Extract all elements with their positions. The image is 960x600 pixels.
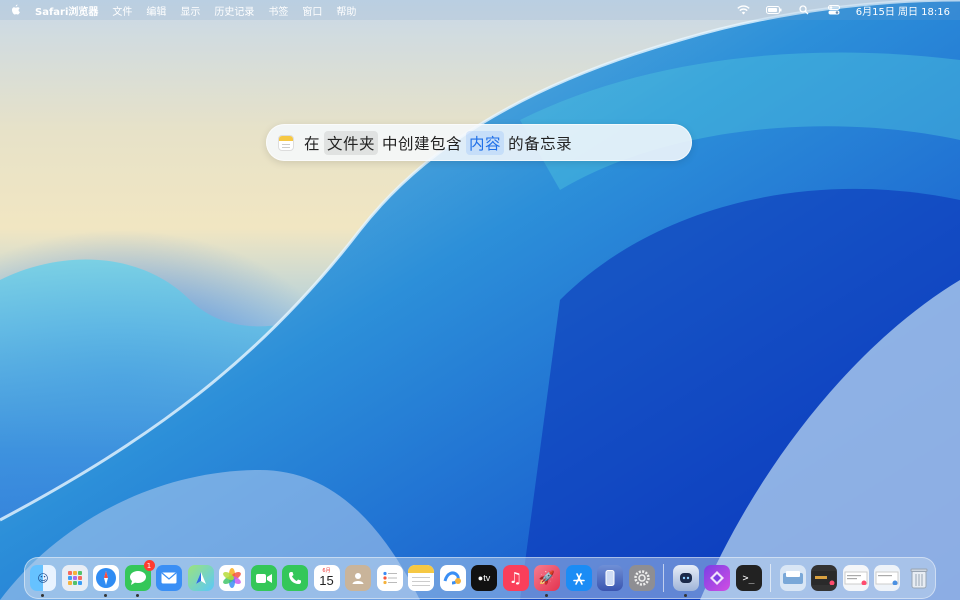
dock-separator: [663, 564, 664, 592]
dock-stack-downloads[interactable]: [779, 565, 806, 591]
dock-recent-screenshot-2[interactable]: [842, 565, 869, 591]
iphone-icon: [605, 570, 615, 586]
facetime-icon: [255, 573, 272, 583]
dock-reminders[interactable]: [376, 565, 403, 591]
query-token-content[interactable]: 内容: [466, 130, 505, 155]
spotlight-search-bar[interactable]: 在 文件夹 中创建包含 内容 的备忘录: [266, 124, 692, 161]
dock-safari[interactable]: [93, 565, 119, 597]
menu-app-name[interactable]: Safari浏览器: [35, 3, 98, 18]
dock-finder[interactable]: ☺: [30, 565, 56, 597]
dock-iphone-mirroring[interactable]: [597, 565, 623, 591]
dock-shortcuts[interactable]: [704, 565, 730, 591]
query-text-part: 的备忘录: [508, 134, 573, 153]
menu-edit[interactable]: 编辑: [146, 3, 166, 18]
dock-terminal[interactable]: >_: [735, 565, 762, 591]
running-indicator: [135, 594, 139, 597]
messages-icon: [129, 571, 146, 585]
apple-menu-icon[interactable]: [10, 4, 21, 16]
dock-contacts[interactable]: [345, 565, 371, 591]
finder-icon: ☺: [37, 571, 49, 585]
phone-icon: [289, 572, 301, 584]
notes-app-icon: [408, 565, 434, 586]
dock-recent-screenshot-1[interactable]: [811, 565, 837, 591]
rocket-icon: 🚀: [538, 570, 556, 586]
maps-icon: [195, 572, 206, 584]
desktop-wallpaper: [0, 0, 960, 600]
wifi-icon[interactable]: [736, 4, 752, 16]
music-icon: ♫: [508, 569, 523, 587]
dock-ai-app[interactable]: [672, 565, 699, 597]
launchpad-icon: [67, 571, 82, 585]
dock: ☺ 1 6月 15 ●tv ♫ 🚀 >_: [24, 557, 936, 599]
battery-icon[interactable]: [765, 4, 782, 16]
gear-icon: [633, 570, 650, 586]
document-thumbnail-icon: [844, 571, 867, 585]
dock-system-settings[interactable]: [628, 565, 655, 591]
control-center-icon[interactable]: [826, 4, 842, 16]
mail-icon: [161, 572, 177, 584]
menu-window[interactable]: 窗口: [302, 3, 322, 18]
apple-tv-icon: ●tv: [477, 573, 491, 583]
document-thumbnail-icon: [875, 571, 899, 585]
menu-datetime[interactable]: 6月15日 周日 18:16: [856, 3, 950, 18]
dock-app-store[interactable]: [565, 565, 592, 591]
terminal-icon: >_: [742, 572, 755, 584]
dock-notes[interactable]: [408, 565, 434, 591]
search-icon[interactable]: [796, 4, 812, 16]
dock-music[interactable]: ♫: [502, 565, 529, 591]
dock-calendar[interactable]: 6月 15: [313, 565, 340, 591]
query-text-part: 中创建包含: [382, 134, 463, 153]
shortcuts-icon: [710, 571, 724, 585]
dock-recent-screenshot-3[interactable]: [874, 565, 900, 591]
contacts-icon: [352, 573, 364, 584]
menu-help[interactable]: 帮助: [336, 3, 356, 18]
dock-messages[interactable]: 1: [124, 560, 155, 597]
dock-photos[interactable]: [219, 565, 245, 591]
reminders-icon: [382, 571, 397, 585]
spotlight-query[interactable]: 在 文件夹 中创建包含 内容 的备忘录: [304, 130, 573, 155]
dock-trash[interactable]: [906, 565, 932, 591]
menu-bar-right: 6月15日 周日 18:16: [736, 3, 950, 18]
menu-view[interactable]: 显示: [180, 3, 200, 18]
query-token-folder[interactable]: 文件夹: [324, 130, 379, 155]
menu-history[interactable]: 历史记录: [214, 3, 254, 18]
app-store-icon: [572, 573, 585, 585]
menu-file[interactable]: 文件: [112, 3, 132, 18]
notes-icon: [278, 134, 294, 151]
dock-phone[interactable]: [282, 565, 308, 591]
dock-apple-tv[interactable]: ●tv: [471, 565, 497, 591]
ai-app-icon: [679, 573, 692, 583]
calendar-day-label: 15: [319, 573, 334, 588]
dock-separator: [770, 564, 771, 592]
dock-maps[interactable]: [187, 565, 214, 591]
query-text-part: 在: [304, 134, 321, 153]
trash-icon: [910, 568, 927, 589]
freeform-icon: [443, 571, 461, 585]
dock-mail[interactable]: [156, 565, 182, 591]
running-indicator: [41, 594, 44, 597]
safari-icon: [96, 568, 116, 588]
dock-launchpad-rocket[interactable]: 🚀: [534, 565, 560, 597]
running-indicator: [545, 594, 548, 597]
dock-facetime[interactable]: [250, 565, 277, 591]
menu-bookmarks[interactable]: 书签: [268, 3, 288, 18]
messages-badge: 1: [143, 560, 155, 571]
running-indicator: [683, 594, 687, 597]
dock-freeform[interactable]: [439, 565, 466, 591]
running-indicator: [104, 594, 107, 597]
dock-launchpad[interactable]: [61, 565, 88, 591]
photos-icon: [223, 568, 241, 588]
screenshot-thumbnail-icon: [812, 571, 836, 585]
downloads-stack-icon: [782, 571, 803, 584]
menu-bar: Safari浏览器 文件 编辑 显示 历史记录 书签 窗口 帮助 6月15日 周…: [0, 0, 960, 20]
menu-bar-left: Safari浏览器 文件 编辑 显示 历史记录 书签 窗口 帮助: [10, 3, 356, 18]
